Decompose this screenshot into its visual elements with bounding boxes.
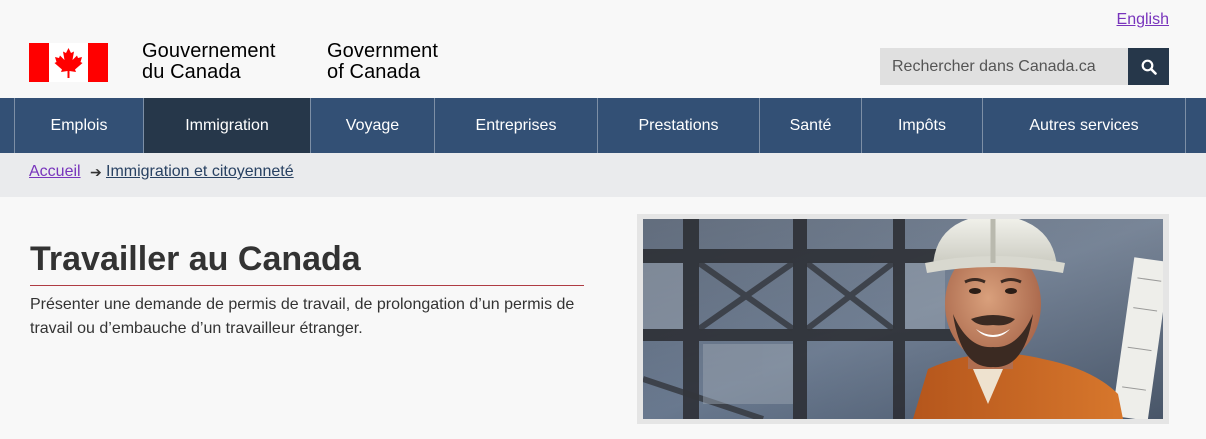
signature-english: Government of Canada <box>327 41 438 83</box>
title-underline <box>30 285 584 286</box>
menu-item-impots[interactable]: Impôts <box>861 98 982 153</box>
breadcrumb: Accueil ➔ Immigration et citoyenneté <box>0 153 1206 197</box>
construction-worker-photo <box>643 219 1163 419</box>
menu-item-entreprises[interactable]: Entreprises <box>434 98 597 153</box>
breadcrumb-immigration-link[interactable]: Immigration et citoyenneté <box>106 163 294 181</box>
search-form <box>880 48 1169 85</box>
menu-item-prestations[interactable]: Prestations <box>597 98 759 153</box>
signature-french: Gouvernement du Canada <box>142 41 276 83</box>
arrow-right-icon: ➔ <box>90 164 102 180</box>
main-menu: Emplois Immigration Voyage Entreprises P… <box>0 98 1206 153</box>
search-input[interactable] <box>880 48 1128 85</box>
breadcrumb-home-link[interactable]: Accueil <box>29 163 81 181</box>
site-header: English Gouvernement du Canada Governmen… <box>0 0 1206 98</box>
page-title: Travailler au Canada <box>30 240 361 278</box>
menu-item-autres-services[interactable]: Autres services <box>982 98 1186 153</box>
signature-french-line-1: Gouvernement <box>142 40 276 62</box>
hero-image-frame <box>637 214 1169 424</box>
menu-item-voyage[interactable]: Voyage <box>310 98 434 153</box>
menu-item-sante[interactable]: Santé <box>759 98 861 153</box>
search-icon <box>1141 59 1157 75</box>
signature-english-line-1: Government <box>327 40 439 62</box>
canada-flag-icon[interactable] <box>29 43 108 82</box>
signature-french-line-2: du Canada <box>142 61 241 83</box>
search-button[interactable] <box>1128 48 1169 85</box>
menu-item-emplois[interactable]: Emplois <box>14 98 143 153</box>
page-intro: Présenter une demande de permis de trava… <box>30 296 575 337</box>
menu-item-immigration[interactable]: Immigration <box>143 98 310 153</box>
language-toggle-link[interactable]: English <box>1117 11 1169 29</box>
signature-english-line-2: of Canada <box>327 61 421 83</box>
